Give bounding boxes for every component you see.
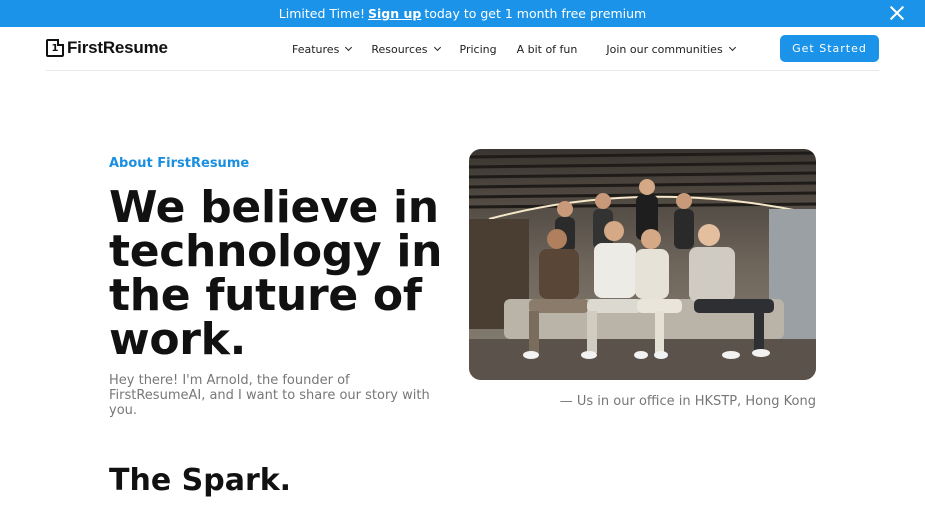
get-started-button[interactable]: Get Started bbox=[780, 35, 879, 62]
team-photo bbox=[469, 149, 816, 380]
navbar: 1 FirstResume Features Resources Pricing… bbox=[0, 27, 925, 71]
team-photo-illustration bbox=[469, 149, 816, 380]
nav-item-features[interactable]: Features bbox=[292, 42, 353, 56]
chevron-down-icon bbox=[433, 43, 441, 52]
nav-item-label: Features bbox=[292, 42, 340, 56]
promo-suffix: today to get 1 month free premium bbox=[424, 6, 647, 21]
logo-mark: 1 bbox=[46, 39, 64, 57]
nav-divider bbox=[46, 70, 879, 71]
nav-menu: Features Resources Pricing A bit of fun … bbox=[292, 27, 755, 71]
photo-caption: — Us in our office in HKSTP, Hong Kong bbox=[559, 394, 816, 409]
promo-prefix: Limited Time! bbox=[278, 6, 365, 21]
chevron-down-icon bbox=[345, 43, 353, 52]
section-title: The Spark. bbox=[109, 463, 292, 498]
nav-item-resources[interactable]: Resources bbox=[371, 42, 441, 56]
chevron-down-icon bbox=[728, 43, 736, 52]
nav-item-fun[interactable]: A bit of fun bbox=[517, 43, 578, 56]
hero-subtitle: Hey there! I'm Arnold, the founder of Fi… bbox=[109, 373, 430, 418]
nav-item-pricing[interactable]: Pricing bbox=[460, 43, 497, 56]
logo[interactable]: 1 FirstResume bbox=[46, 38, 168, 58]
logo-text: FirstResume bbox=[67, 38, 168, 57]
nav-item-label: Join our communities bbox=[606, 42, 723, 56]
nav-item-label: A bit of fun bbox=[516, 42, 578, 56]
nav-item-communities[interactable]: Join our communities bbox=[606, 42, 736, 56]
promo-banner: Limited Time! Sign up today to get 1 mon… bbox=[0, 0, 925, 27]
close-icon[interactable] bbox=[889, 5, 905, 21]
hero-title: We believe in technology in the future o… bbox=[109, 182, 443, 365]
nav-item-label: Resources bbox=[371, 42, 428, 56]
hero-eyebrow: About FirstResume bbox=[109, 156, 250, 171]
promo-signup-link[interactable]: Sign up bbox=[368, 6, 421, 21]
nav-item-label: Pricing bbox=[459, 42, 497, 56]
